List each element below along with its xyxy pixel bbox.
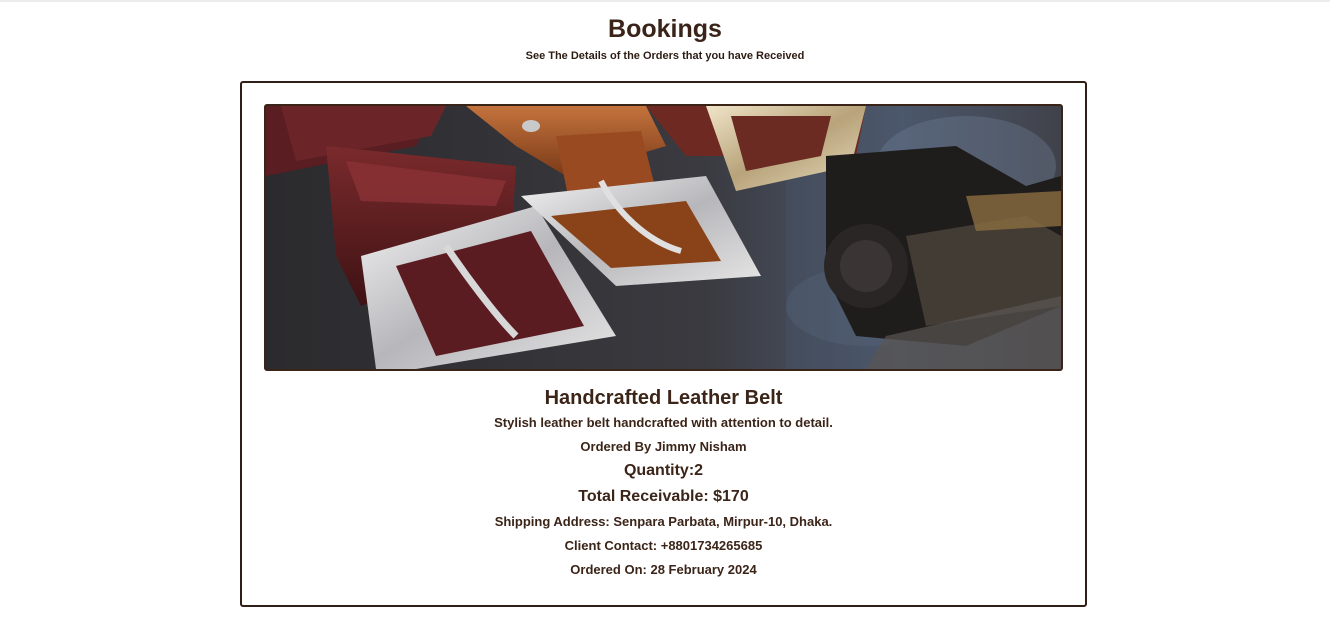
product-image bbox=[264, 104, 1063, 371]
ordered-by: Ordered By Jimmy Nisham bbox=[580, 439, 747, 454]
booking-card: Handcrafted Leather Belt Stylish leather… bbox=[240, 81, 1087, 607]
booking-details: Handcrafted Leather Belt Stylish leather… bbox=[242, 385, 1085, 578]
shipping-address: Shipping Address: Senpara Parbata, Mirpu… bbox=[494, 514, 833, 529]
quantity: Quantity:2 bbox=[623, 462, 704, 479]
product-name: Handcrafted Leather Belt bbox=[544, 387, 783, 409]
page-subtitle: See The Details of the Orders that you h… bbox=[525, 50, 805, 62]
top-divider bbox=[0, 0, 1330, 2]
page-title: Bookings bbox=[608, 15, 722, 43]
client-contact: Client Contact: +8801734265685 bbox=[564, 538, 763, 553]
ordered-on: Ordered On: 28 February 2024 bbox=[570, 562, 757, 577]
product-description: Stylish leather belt handcrafted with at… bbox=[494, 415, 833, 430]
total-receivable: Total Receivable: $170 bbox=[578, 488, 749, 505]
